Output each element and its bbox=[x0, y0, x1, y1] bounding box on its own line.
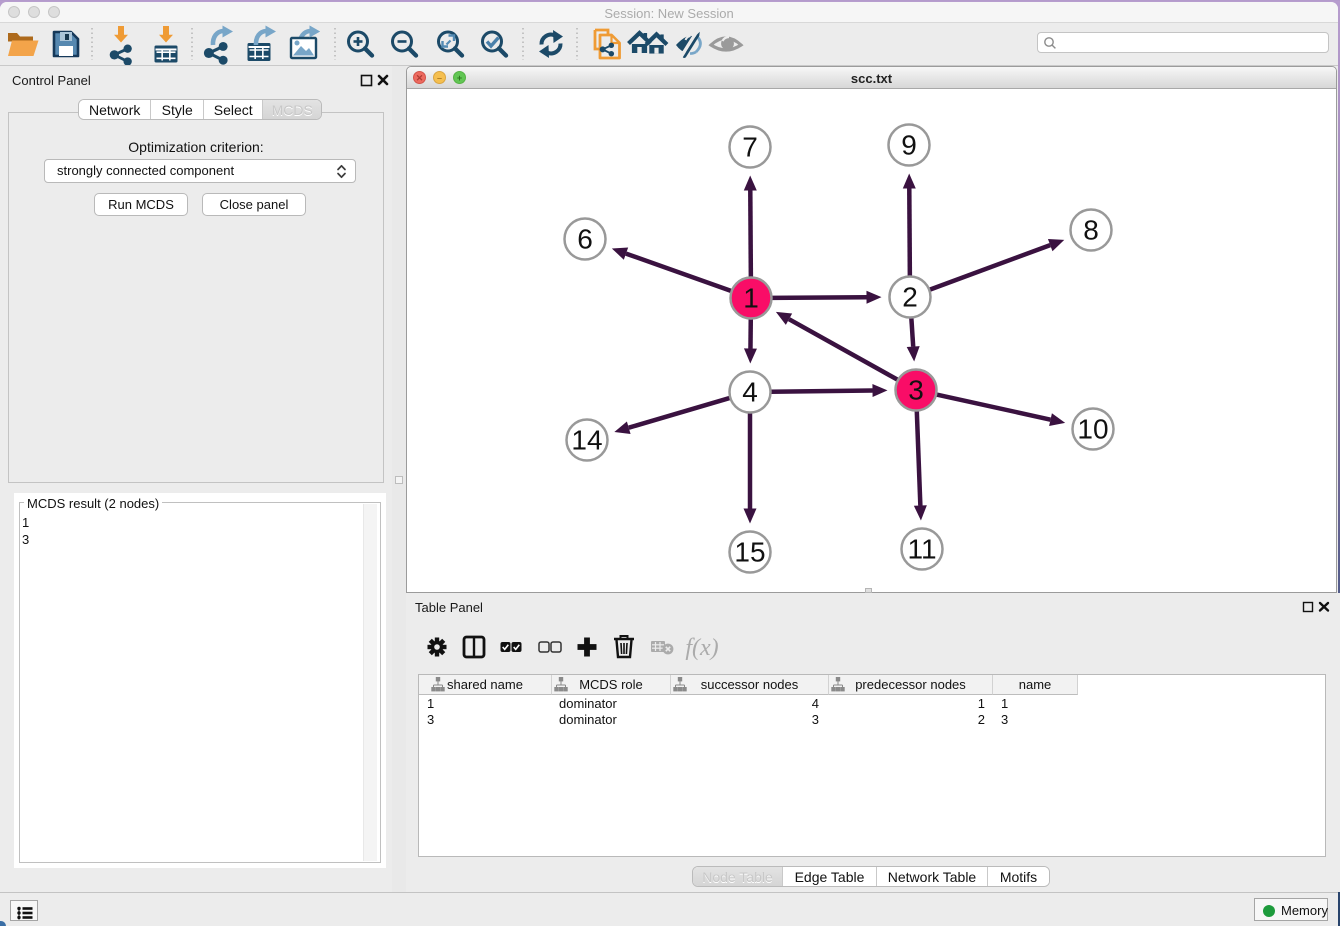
svg-text:15: 15 bbox=[734, 536, 765, 567]
svg-text:1: 1 bbox=[743, 282, 759, 313]
svg-text:11: 11 bbox=[907, 533, 936, 564]
svg-text:10: 10 bbox=[1077, 413, 1108, 444]
svg-text:f(x): f(x) bbox=[685, 635, 718, 661]
svg-text:8: 8 bbox=[1083, 214, 1099, 245]
svg-text:2: 2 bbox=[902, 281, 918, 312]
svg-text:4: 4 bbox=[742, 376, 758, 407]
svg-text:7: 7 bbox=[742, 131, 758, 162]
svg-text:3: 3 bbox=[908, 374, 924, 405]
svg-text:14: 14 bbox=[571, 424, 602, 455]
svg-text:9: 9 bbox=[901, 129, 917, 160]
svg-text:6: 6 bbox=[577, 223, 593, 254]
